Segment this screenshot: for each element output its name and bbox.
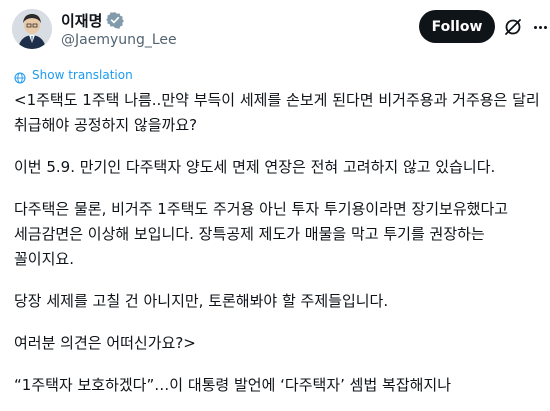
show-translation-label[interactable]: Show translation — [32, 68, 133, 82]
display-name-row: 이재명 — [61, 9, 125, 31]
user-handle[interactable]: @Jaemyung_Lee — [61, 32, 177, 48]
avatar[interactable] — [12, 9, 52, 49]
tweet-paragraph: 여러분 의견은 어떠신가요?> — [14, 334, 196, 352]
tweet-paragraph: <1주택도 1주택 나름..만약 부득이 세제를 손보게 된다면 비거주용과 거… — [14, 91, 545, 134]
grok-icon[interactable] — [503, 17, 523, 37]
tweet-paragraph: 당장 세제를 고칠 건 아니지만, 토론해봐야 할 주제들입니다. — [14, 292, 389, 310]
tweet-paragraph: 이번 5.9. 만기인 다주택자 양도세 면제 연장은 전혀 고려하지 않고 있… — [14, 158, 496, 176]
avatar-image — [12, 9, 52, 49]
tweet-header: 이재명 @Jaemyung_Lee Follow — [0, 0, 550, 60]
globe-icon — [14, 69, 26, 84]
verified-badge-icon — [106, 11, 125, 29]
tweet-paragraph: “1주택자 보호하겠다”…이 대통령 발언에 ‘다주택자’ 셈법 복잡해지나 — [14, 376, 452, 394]
show-translation-link[interactable]: Show translation — [14, 66, 133, 84]
more-dot — [538, 25, 542, 29]
display-name[interactable]: 이재명 — [61, 10, 102, 31]
tweet-text: <1주택도 1주택 나름..만약 부득이 세제를 손보게 된다면 비거주용과 거… — [14, 88, 542, 398]
more-options-icon[interactable] — [530, 17, 550, 37]
follow-button[interactable]: Follow — [419, 10, 495, 43]
more-dot — [533, 25, 537, 29]
more-dot — [543, 25, 547, 29]
tweet-paragraph: 다주택은 물론, 비거주 1주택도 주거용 아닌 투자 투기용이라면 장기보유했… — [14, 200, 513, 268]
